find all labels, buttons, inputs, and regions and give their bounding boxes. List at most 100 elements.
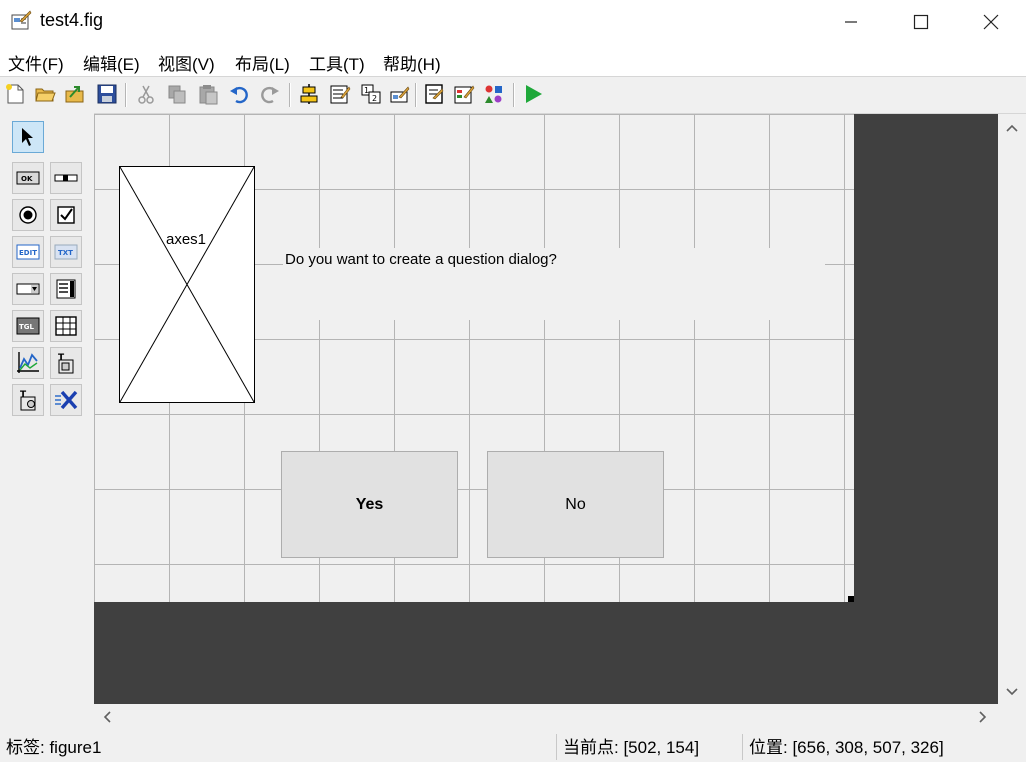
undo-button[interactable] — [227, 82, 251, 106]
svg-text:TGL: TGL — [19, 323, 35, 331]
svg-text:1: 1 — [364, 86, 369, 95]
table-icon — [55, 316, 77, 336]
select-tool[interactable] — [12, 121, 44, 153]
listbox-tool[interactable] — [50, 273, 82, 305]
undo-icon — [230, 86, 248, 104]
maximize-icon — [913, 14, 929, 30]
menu-help[interactable]: 帮助(H) — [383, 50, 441, 75]
slider-tool[interactable] — [50, 162, 82, 194]
arrow-cursor-icon — [22, 128, 33, 146]
maximize-button[interactable] — [898, 0, 944, 44]
slider-icon — [54, 174, 78, 182]
menu-edit[interactable]: 编辑(E) — [83, 50, 140, 75]
new-figure-button[interactable] — [3, 82, 27, 106]
toolbar-editor-button[interactable] — [388, 82, 412, 106]
tab-order-icon: 12 — [361, 84, 381, 104]
figure-resize-handle[interactable] — [848, 596, 854, 602]
window-title: test4.fig — [40, 10, 104, 30]
menu-view[interactable]: 视图(V) — [158, 50, 215, 75]
scroll-left-icon[interactable] — [102, 710, 112, 727]
panel-icon: T — [58, 353, 74, 374]
status-position: 位置: [656, 308, 507, 326] — [742, 734, 1026, 760]
horizontal-scrollbar[interactable] — [94, 704, 998, 730]
close-icon — [983, 14, 999, 30]
push-button-tool[interactable]: OK — [12, 162, 44, 194]
svg-text:2: 2 — [372, 94, 377, 103]
activex-control-tool[interactable] — [50, 384, 82, 416]
svg-text:TXT: TXT — [58, 249, 73, 257]
static-text-tool[interactable]: TXT — [50, 236, 82, 268]
align-icon — [300, 84, 318, 104]
open-folder-icon — [35, 88, 56, 102]
axes1-component[interactable]: axes1 — [119, 166, 255, 403]
redo-button[interactable] — [258, 82, 282, 106]
open-button[interactable] — [33, 82, 57, 106]
activex-icon — [55, 390, 78, 410]
status-current-point: 当前点: [502, 154] — [556, 734, 742, 760]
radio-button-tool[interactable] — [12, 199, 44, 231]
no-button[interactable]: No — [487, 451, 664, 558]
export-button[interactable] — [63, 82, 87, 106]
status-tag: 标签: figure1 — [6, 738, 102, 757]
property-inspector-button[interactable] — [452, 82, 476, 106]
table-tool[interactable] — [50, 310, 82, 342]
save-disk-icon — [97, 84, 117, 104]
static-text-icon: TXT — [54, 244, 78, 260]
push-button-icon: OK — [16, 171, 40, 185]
export-folder-icon — [65, 86, 84, 103]
menu-editor-icon — [330, 85, 351, 104]
copy-button[interactable] — [165, 82, 189, 106]
layout-area: axes1 Do you want to create a question d… — [94, 114, 998, 704]
paste-icon — [199, 85, 218, 105]
toggle-button-icon: TGL — [16, 317, 40, 335]
menu-bar: 文件(F) 编辑(E) 视图(V) 布局(L) 工具(T) 帮助(H) — [0, 44, 1026, 76]
scissors-icon — [138, 85, 154, 104]
scroll-down-icon[interactable] — [1005, 684, 1019, 700]
figure-canvas[interactable]: axes1 Do you want to create a question d… — [94, 114, 854, 602]
align-objects-button[interactable] — [297, 82, 321, 106]
code-editor-icon — [425, 84, 444, 104]
code-editor-button[interactable] — [422, 82, 446, 106]
copy-icon — [168, 85, 186, 104]
close-button[interactable] — [968, 0, 1014, 44]
panel-tool[interactable]: T — [50, 347, 82, 379]
component-palette: OK EDIT TXT TGL T T — [0, 112, 94, 704]
paste-button[interactable] — [196, 82, 220, 106]
cut-button[interactable] — [134, 82, 158, 106]
question-static-text[interactable]: Do you want to create a question dialog? — [283, 248, 825, 320]
vertical-scrollbar[interactable] — [998, 114, 1026, 704]
object-browser-button[interactable] — [482, 82, 506, 106]
menu-editor-button[interactable] — [328, 82, 352, 106]
save-button[interactable] — [95, 82, 119, 106]
svg-text:OK: OK — [21, 175, 33, 183]
svg-text:EDIT: EDIT — [19, 249, 37, 257]
tab-order-editor-button[interactable]: 12 — [359, 82, 383, 106]
popup-menu-tool[interactable] — [12, 273, 44, 305]
redo-icon — [261, 86, 279, 104]
menu-layout[interactable]: 布局(L) — [235, 50, 290, 75]
button-group-tool[interactable]: T — [12, 384, 44, 416]
toggle-button-tool[interactable]: TGL — [12, 310, 44, 342]
scroll-up-icon[interactable] — [1005, 120, 1019, 136]
checkbox-tool[interactable] — [50, 199, 82, 231]
button-group-icon: T — [20, 390, 36, 411]
axes-label: axes1 — [166, 231, 207, 248]
minimize-button[interactable] — [828, 0, 874, 44]
minimize-icon — [845, 21, 857, 23]
axes-tool[interactable] — [12, 347, 44, 379]
scroll-right-icon[interactable] — [978, 710, 988, 727]
object-browser-icon — [485, 85, 502, 103]
edit-text-icon: EDIT — [16, 244, 40, 260]
property-inspector-icon — [454, 85, 475, 104]
guide-app-icon — [11, 10, 32, 30]
run-figure-button[interactable] — [521, 82, 545, 106]
status-bar: 标签: figure1 当前点: [502, 154] 位置: [656, 30… — [0, 734, 1026, 760]
yes-button[interactable]: Yes — [281, 451, 458, 558]
listbox-icon — [56, 279, 76, 299]
edit-text-tool[interactable]: EDIT — [12, 236, 44, 268]
radio-button-icon — [19, 206, 37, 224]
menu-file[interactable]: 文件(F) — [8, 50, 64, 75]
checkbox-icon — [57, 206, 75, 224]
axes-chart-icon — [17, 352, 39, 373]
menu-tools[interactable]: 工具(T) — [309, 50, 365, 75]
